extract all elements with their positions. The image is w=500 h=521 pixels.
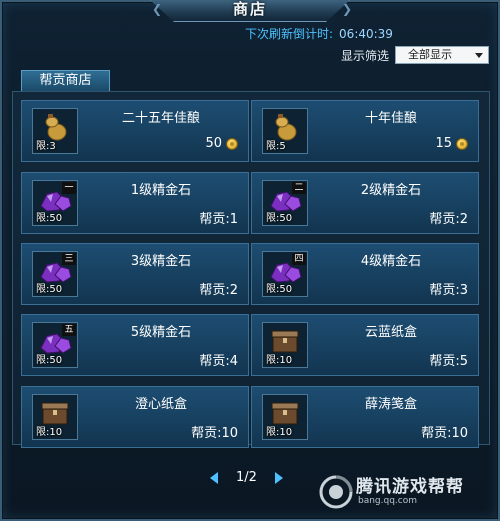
item-limit: 限:50 — [36, 355, 63, 366]
item-name: 二十五年佳酿 — [121, 111, 200, 126]
item-limit: 限:50 — [36, 213, 63, 224]
item-icon-slot: 限:50 四 — [262, 251, 308, 297]
prev-page-icon[interactable] — [208, 471, 220, 485]
item-price-value: 50 — [205, 136, 222, 151]
pagination: 1/2 — [208, 470, 285, 485]
item-limit: 限:3 — [36, 141, 56, 152]
item-grade-badge: 四 — [292, 253, 306, 265]
item-icon-slot: 限:50 三 — [32, 251, 78, 297]
item-name: 十年佳酿 — [364, 111, 417, 126]
item-price-value: 帮贡:10 — [421, 426, 468, 441]
watermark: 腾讯游戏帮帮 bang.qq.com — [318, 470, 498, 516]
item-name: 云蓝纸盒 — [364, 325, 417, 340]
filter-selected-value: 全部显示 — [408, 48, 453, 61]
item-price-value: 帮贡:10 — [191, 426, 238, 441]
filter-row: 显示筛选 全部显示 — [341, 46, 490, 64]
item-price: 15 — [435, 136, 468, 151]
item-price-value: 帮贡:3 — [429, 283, 468, 298]
item-price: 帮贡:4 — [199, 350, 238, 369]
item-price: 帮贡:3 — [429, 279, 468, 298]
item-name: 3级精金石 — [130, 254, 192, 269]
item-icon-slot: 限:50 一 — [32, 180, 78, 226]
item-name: 薛涛笺盒 — [364, 397, 417, 412]
watermark-url: bang.qq.com — [358, 496, 418, 506]
item-limit: 限:50 — [36, 284, 63, 295]
item-price-value: 帮贡:2 — [429, 212, 468, 227]
item-price: 帮贡:2 — [429, 208, 468, 227]
item-price-value: 帮贡:2 — [199, 283, 238, 298]
coin-icon — [226, 137, 238, 150]
item-grade-badge: 一 — [62, 182, 76, 194]
window-title: 商店 — [232, 0, 267, 18]
item-icon-slot: 限:50 五 — [32, 322, 78, 368]
item-icon-slot: 限:10 — [262, 322, 308, 368]
item-name: 5级精金石 — [130, 325, 192, 340]
item-price-value: 15 — [435, 136, 452, 151]
item-grade-badge: 三 — [62, 253, 76, 265]
shop-item-card[interactable]: 限:10 澄心纸盒 帮贡:10 — [21, 386, 249, 448]
shop-item-card[interactable]: 限:50 三 3级精金石 帮贡:2 — [21, 243, 249, 305]
shop-item-card[interactable]: 限:50 四 4级精金石 帮贡:3 — [251, 243, 479, 305]
shop-item-card[interactable]: 限:10 薛涛笺盒 帮贡:10 — [251, 386, 479, 448]
refresh-label: 下次刷新倒计时: — [245, 27, 334, 41]
item-name: 2级精金石 — [360, 183, 422, 198]
item-name: 4级精金石 — [360, 254, 422, 269]
item-grade-badge: 二 — [292, 182, 306, 194]
item-limit: 限:10 — [266, 355, 293, 366]
next-page-icon[interactable] — [273, 471, 285, 485]
item-icon-slot: 限:50 二 — [262, 180, 308, 226]
item-limit: 限:50 — [266, 284, 293, 295]
item-price-value: 帮贡:1 — [199, 212, 238, 227]
item-price: 50 — [205, 136, 238, 151]
item-limit: 限:50 — [266, 213, 293, 224]
shop-item-card[interactable]: 限:50 五 5级精金石 帮贡:4 — [21, 314, 249, 376]
item-price: 帮贡:10 — [191, 422, 238, 441]
shop-item-card[interactable]: 限:10 云蓝纸盒 帮贡:5 — [251, 314, 479, 376]
item-price: 帮贡:10 — [421, 422, 468, 441]
item-icon-slot: 限:3 — [32, 108, 78, 154]
tab-guild-contribution-shop[interactable]: 帮贡商店 — [21, 70, 110, 91]
shop-item-card[interactable]: 限:50 二 2级精金石 帮贡:2 — [251, 172, 479, 234]
item-icon-slot: 限:5 — [262, 108, 308, 154]
item-price-value: 帮贡:5 — [429, 354, 468, 369]
shop-item-card[interactable]: 限:50 一 1级精金石 帮贡:1 — [21, 172, 249, 234]
shop-item-card[interactable]: 限:5 十年佳酿 15 — [251, 100, 479, 162]
dropdown-arrow-icon — [475, 53, 484, 58]
item-name: 1级精金石 — [130, 183, 192, 198]
item-limit: 限:10 — [36, 427, 63, 438]
item-limit: 限:5 — [266, 141, 286, 152]
watermark-brand: 腾讯游戏帮帮 — [356, 477, 464, 497]
item-limit: 限:10 — [266, 427, 293, 438]
refresh-timer: 下次刷新倒计时: 06:40:39 — [245, 25, 393, 42]
filter-label: 显示筛选 — [341, 48, 390, 63]
refresh-time: 06:40:39 — [339, 27, 393, 41]
filter-dropdown[interactable]: 全部显示 — [395, 46, 490, 64]
coin-icon — [456, 137, 468, 150]
item-name: 澄心纸盒 — [134, 397, 187, 412]
item-price: 帮贡:5 — [429, 350, 468, 369]
item-price: 帮贡:2 — [199, 279, 238, 298]
item-grade-badge: 五 — [62, 324, 76, 336]
item-icon-slot: 限:10 — [32, 394, 78, 440]
page-indicator: 1/2 — [236, 470, 257, 485]
item-icon-slot: 限:10 — [262, 394, 308, 440]
brand-logo-icon — [319, 475, 353, 509]
item-price-value: 帮贡:4 — [199, 354, 238, 369]
item-price: 帮贡:1 — [199, 208, 238, 227]
shop-item-card[interactable]: 限:3 二十五年佳酿 50 — [21, 100, 249, 162]
